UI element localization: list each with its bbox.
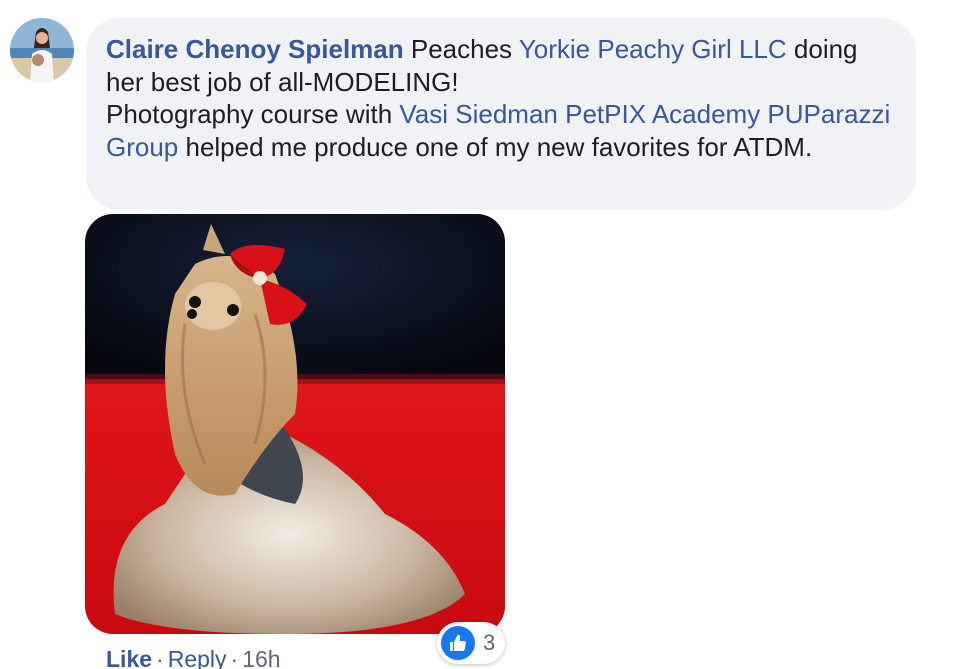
comment-photo[interactable] bbox=[85, 214, 505, 634]
comment-bubble: Claire Chenoy Spielman Peaches Yorkie Pe… bbox=[86, 18, 916, 210]
separator: · bbox=[156, 646, 164, 669]
comment-actions: Like · Reply · 16h bbox=[106, 645, 281, 669]
reply-button[interactable]: Reply bbox=[168, 646, 227, 669]
separator: · bbox=[230, 646, 239, 669]
reaction-count-pill[interactable]: 3 bbox=[437, 622, 506, 664]
mention-yorkie-peachy-girl[interactable]: Yorkie Peachy Girl LLC bbox=[519, 34, 787, 64]
comment-text: Photography course with bbox=[106, 99, 400, 129]
like-button[interactable]: Like bbox=[106, 646, 152, 669]
thumbs-up-icon bbox=[441, 626, 475, 660]
avatar[interactable] bbox=[10, 18, 74, 82]
comment: Claire Chenoy Spielman Peaches Yorkie Pe… bbox=[0, 0, 964, 669]
author-name[interactable]: Claire Chenoy Spielman bbox=[106, 34, 404, 64]
timestamp[interactable]: 16h bbox=[242, 646, 280, 669]
reaction-count: 3 bbox=[483, 630, 496, 655]
comment-text: Peaches bbox=[403, 34, 519, 64]
comment-text: helped me produce one of my new favorite… bbox=[178, 131, 813, 162]
